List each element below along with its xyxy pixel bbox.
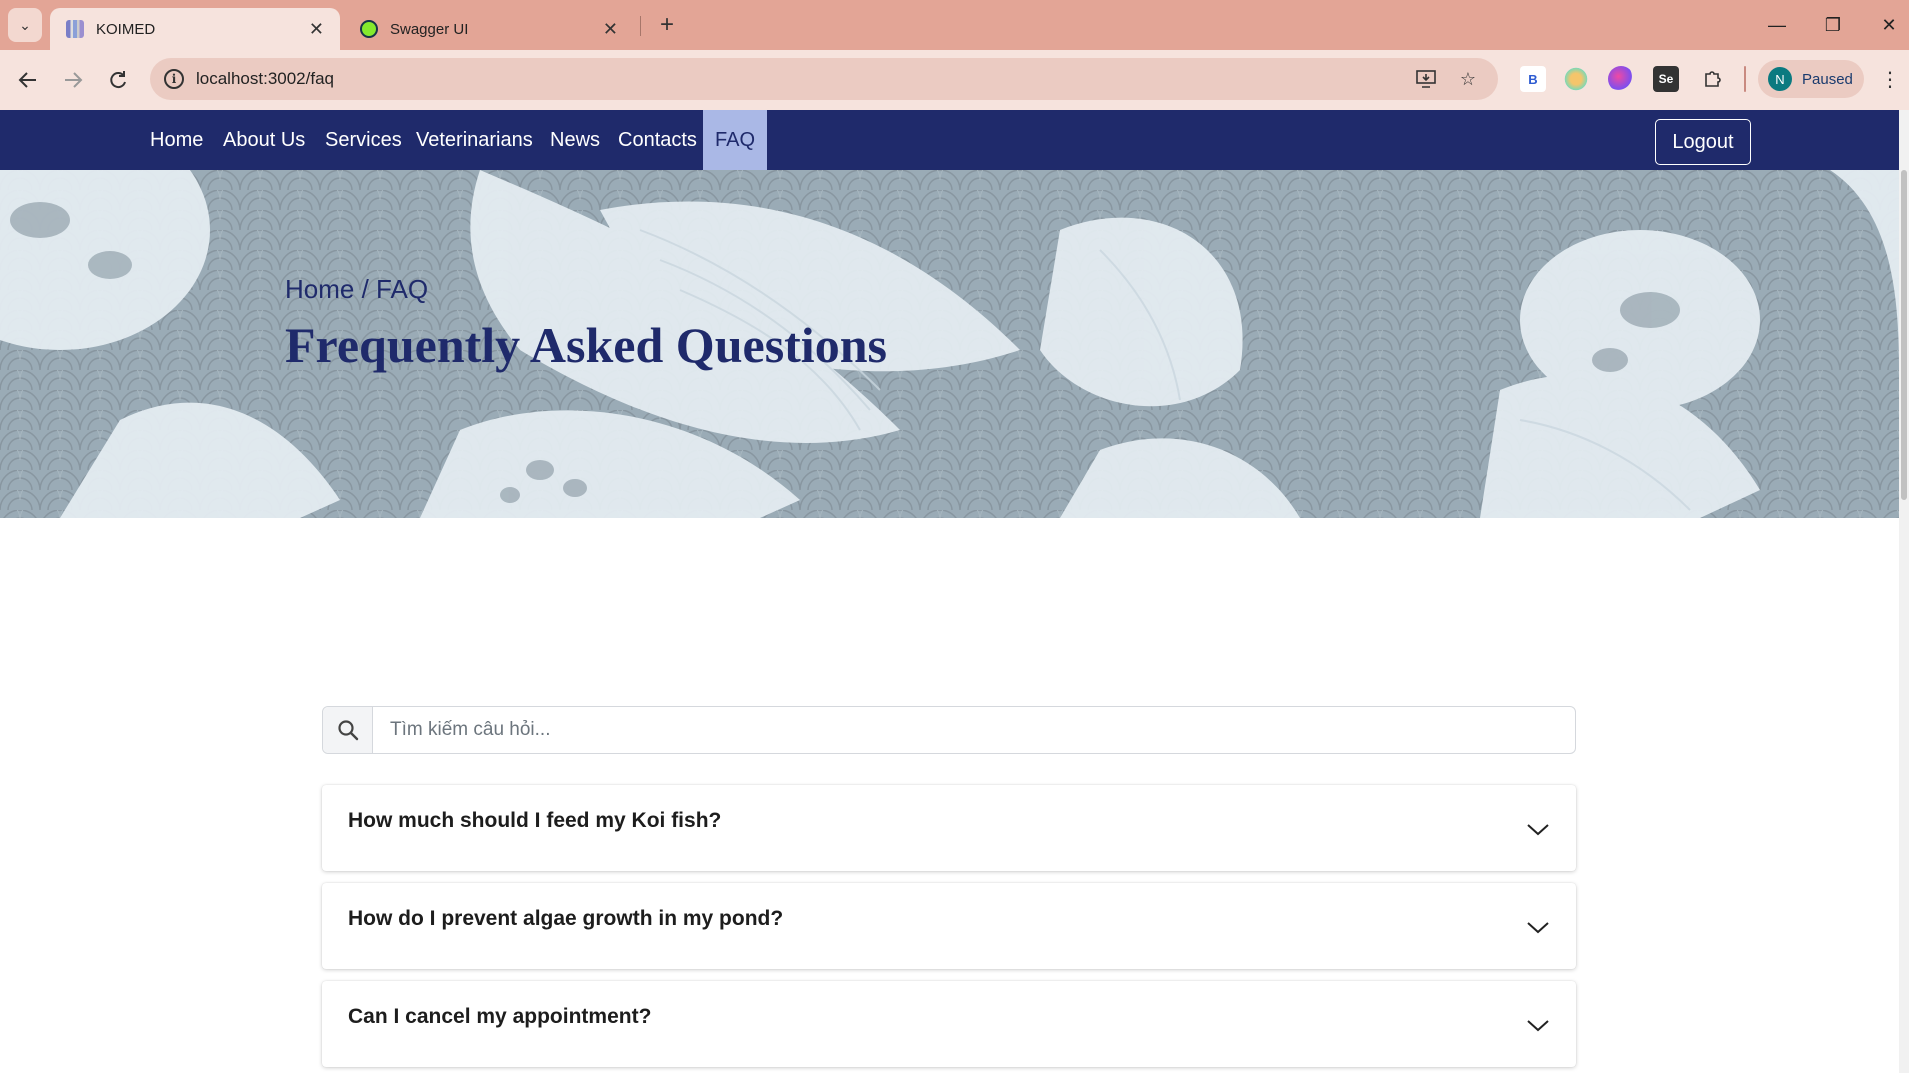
- forward-button[interactable]: [55, 62, 91, 98]
- profile-status: Paused: [1802, 70, 1853, 88]
- reload-button[interactable]: [100, 62, 136, 98]
- reload-icon: [110, 71, 126, 89]
- url-text[interactable]: localhost:3002/faq: [196, 69, 334, 89]
- forward-arrow-icon: [65, 72, 83, 88]
- nav-about-us[interactable]: About Us: [223, 110, 305, 170]
- bookmark-star-icon[interactable]: ☆: [1457, 68, 1479, 90]
- swagger-favicon-icon: [360, 20, 378, 38]
- nav-home[interactable]: Home: [150, 110, 203, 170]
- avatar: N: [1768, 67, 1792, 91]
- address-bar[interactable]: i localhost:3002/faq ☆: [150, 58, 1498, 100]
- faq-search-input[interactable]: [374, 707, 1574, 753]
- close-tab-icon[interactable]: ✕: [603, 19, 618, 40]
- breadcrumb[interactable]: Home / FAQ: [285, 274, 428, 305]
- extensions-puzzle-icon[interactable]: [1700, 66, 1726, 92]
- extension-se-icon[interactable]: Se: [1653, 66, 1679, 92]
- tab-search-button[interactable]: ⌄: [8, 8, 42, 42]
- close-tab-icon[interactable]: ✕: [309, 19, 324, 40]
- page-title: Frequently Asked Questions: [285, 317, 887, 373]
- faq-search-group: [322, 706, 1576, 754]
- browser-tab-bar: ⌄ KOIMED ✕ Swagger UI ✕ + — ❐ ✕: [0, 0, 1909, 50]
- chevron-down-icon[interactable]: [1526, 915, 1550, 939]
- extension-circle-icon[interactable]: [1563, 66, 1589, 92]
- close-window-button[interactable]: ✕: [1866, 8, 1909, 42]
- nav-veterinarians[interactable]: Veterinarians: [416, 110, 533, 170]
- restore-button[interactable]: ❐: [1810, 8, 1856, 42]
- back-button[interactable]: [10, 62, 46, 98]
- faq-item[interactable]: How much should I feed my Koi fish?: [322, 785, 1576, 871]
- faq-question[interactable]: How much should I feed my Koi fish?: [348, 809, 721, 833]
- search-addon: [323, 707, 373, 753]
- new-tab-button[interactable]: +: [652, 10, 682, 40]
- minimize-button[interactable]: —: [1754, 8, 1800, 42]
- nav-news[interactable]: News: [550, 110, 600, 170]
- faq-question[interactable]: How do I prevent algae growth in my pond…: [348, 907, 783, 931]
- tab-koimed[interactable]: KOIMED ✕: [50, 8, 340, 50]
- scrollbar-thumb[interactable]: [1901, 170, 1907, 500]
- site-navbar: Home About Us Services Veterinarians New…: [0, 110, 1899, 170]
- chevron-down-icon[interactable]: [1526, 817, 1550, 841]
- nav-services[interactable]: Services: [325, 110, 402, 170]
- nav-faq[interactable]: FAQ: [703, 110, 768, 170]
- faq-question[interactable]: Can I cancel my appointment?: [348, 1005, 651, 1029]
- tab-title: Swagger UI: [390, 20, 469, 38]
- browser-menu-icon[interactable]: ⋮: [1880, 66, 1900, 92]
- nav-contacts[interactable]: Contacts: [618, 110, 697, 170]
- tab-swagger[interactable]: Swagger UI ✕: [344, 8, 634, 50]
- site-info-icon[interactable]: i: [164, 69, 184, 89]
- faq-item[interactable]: How do I prevent algae growth in my pond…: [322, 883, 1576, 969]
- tab-separator: [640, 16, 641, 36]
- install-app-icon[interactable]: [1415, 68, 1437, 90]
- faq-item[interactable]: Can I cancel my appointment?: [322, 981, 1576, 1067]
- search-icon: [337, 720, 358, 741]
- chevron-down-icon[interactable]: [1526, 1013, 1550, 1037]
- back-arrow-icon: [18, 72, 36, 88]
- logout-button[interactable]: Logout: [1655, 119, 1751, 165]
- toolbar-divider: [1744, 66, 1746, 92]
- profile-button[interactable]: N Paused: [1758, 60, 1864, 98]
- extension-b-icon[interactable]: B: [1520, 66, 1546, 92]
- tab-title: KOIMED: [96, 20, 156, 38]
- koimed-favicon-icon: [66, 20, 84, 38]
- extension-brain-icon[interactable]: [1608, 66, 1634, 92]
